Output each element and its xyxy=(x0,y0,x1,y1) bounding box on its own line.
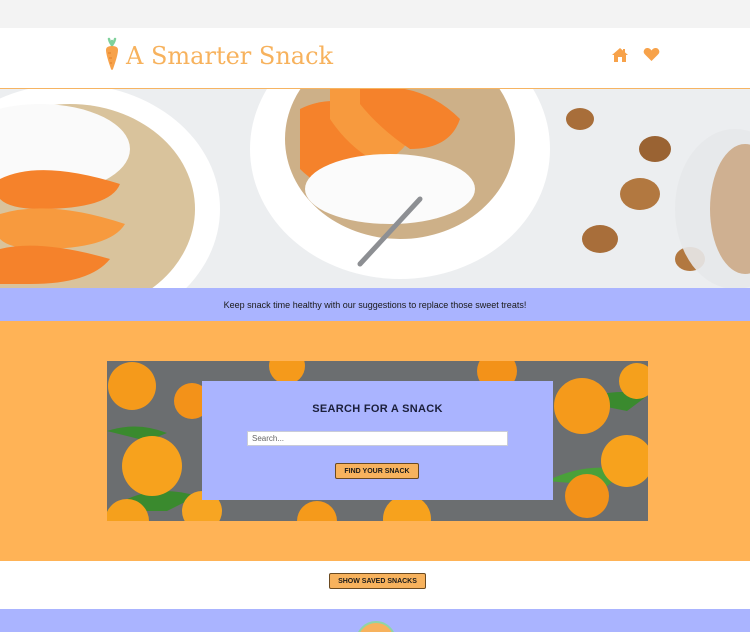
search-section: SEARCH FOR A SNACK FIND YOUR SNACK xyxy=(0,321,750,561)
hero-image xyxy=(0,89,750,288)
find-snack-button[interactable]: FIND YOUR SNACK xyxy=(335,463,419,479)
tagline-banner: Keep snack time healthy with our suggest… xyxy=(0,288,750,321)
search-title: SEARCH FOR A SNACK xyxy=(312,403,443,415)
footer-logo-icon xyxy=(356,621,396,632)
brand[interactable]: A Smarter Snack xyxy=(104,37,334,75)
carrot-icon xyxy=(104,37,120,75)
tagline-text: Keep snack time healthy with our suggest… xyxy=(223,299,527,310)
footer xyxy=(0,609,750,632)
navbar: A Smarter Snack xyxy=(0,28,750,89)
search-card: SEARCH FOR A SNACK FIND YOUR SNACK xyxy=(202,381,553,500)
brand-title: A Smarter Snack xyxy=(126,42,334,70)
saved-snacks-section: SHOW SAVED SNACKS xyxy=(0,561,750,609)
search-input[interactable] xyxy=(247,431,508,446)
fruit-banner-image: SEARCH FOR A SNACK FIND YOUR SNACK xyxy=(107,361,648,521)
show-saved-snacks-button[interactable]: SHOW SAVED SNACKS xyxy=(329,573,426,589)
home-icon[interactable] xyxy=(611,47,629,67)
top-spacer xyxy=(0,0,750,28)
heart-icon[interactable] xyxy=(643,47,660,67)
nav-icons xyxy=(611,47,660,67)
